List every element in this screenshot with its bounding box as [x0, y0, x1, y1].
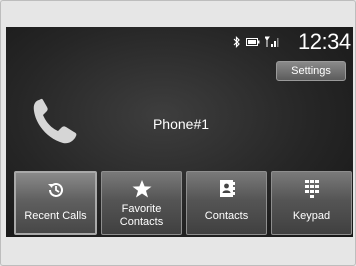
favorite-contacts-button[interactable]: Favorite Contacts	[101, 171, 182, 235]
contacts-button[interactable]: Contacts	[186, 171, 267, 235]
address-book-icon	[187, 179, 266, 201]
keypad-label: Keypad	[292, 209, 331, 222]
favorite-contacts-label: Favorite Contacts	[119, 203, 164, 228]
phone-name: Phone#1	[152, 116, 210, 132]
recent-calls-icon	[16, 180, 95, 202]
battery-icon	[246, 37, 260, 47]
status-icons	[233, 36, 279, 48]
signal-icon	[265, 36, 279, 48]
bluetooth-icon	[233, 36, 241, 48]
recent-calls-label: Recent Calls	[24, 209, 87, 222]
recent-calls-button[interactable]: Recent Calls	[14, 171, 97, 235]
clock: 12:34	[298, 29, 351, 54]
softkey-bar: Recent Calls Favorite Contacts Contacts …	[14, 171, 352, 235]
phone-handset-icon	[30, 97, 80, 147]
keypad-button[interactable]: Keypad	[271, 171, 352, 235]
settings-button[interactable]: Settings	[276, 61, 346, 81]
keypad-icon	[272, 179, 351, 201]
star-icon	[102, 179, 181, 201]
contacts-label: Contacts	[204, 209, 249, 222]
phone-screen: 12:34 Settings Phone#1 Recent Calls Favo…	[6, 27, 353, 237]
